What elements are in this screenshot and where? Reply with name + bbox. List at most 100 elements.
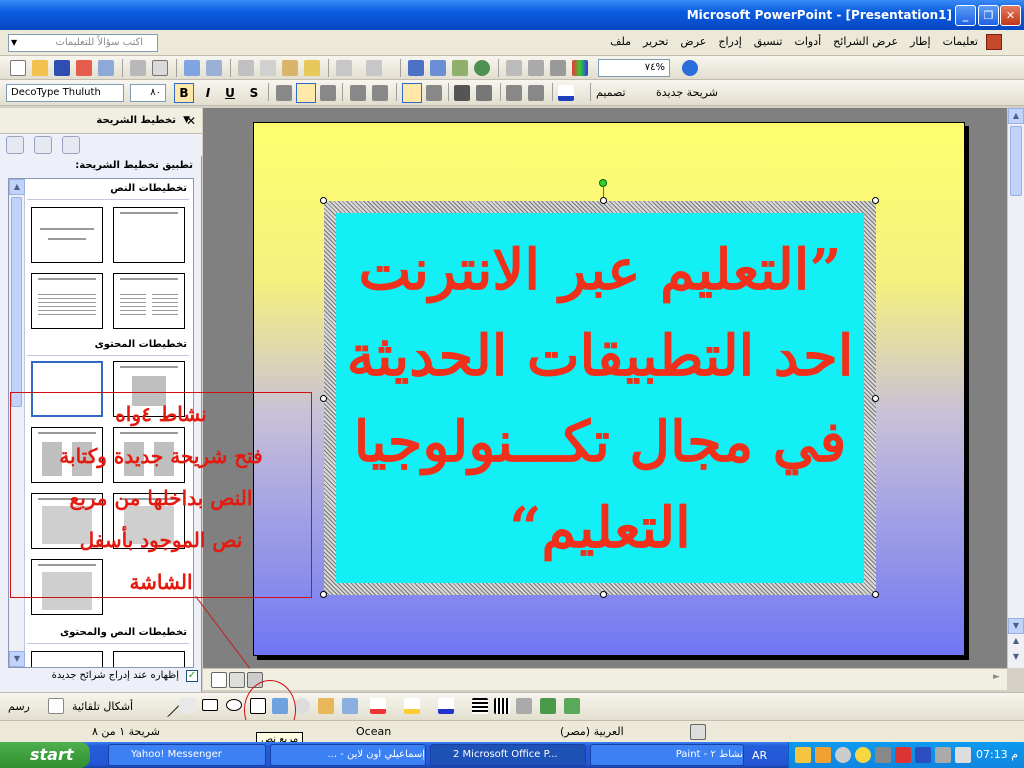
- increase-font-icon[interactable]: [454, 85, 470, 101]
- menu-file[interactable]: ملف: [610, 35, 631, 48]
- minimize-button[interactable]: _: [955, 5, 976, 26]
- resize-handle[interactable]: [872, 395, 879, 402]
- volume-icon[interactable]: [955, 747, 971, 763]
- align-center-button[interactable]: [296, 83, 316, 103]
- font-color-icon[interactable]: [438, 698, 454, 714]
- forward-icon[interactable]: [34, 136, 52, 154]
- permission-icon[interactable]: [76, 60, 92, 76]
- spelling-icon[interactable]: [184, 60, 200, 76]
- resize-handle[interactable]: [600, 591, 607, 598]
- close-icon[interactable]: ✕: [186, 114, 196, 128]
- scroll-up-icon[interactable]: ▲: [1008, 108, 1024, 124]
- resize-handle[interactable]: [872, 197, 879, 204]
- resize-handle[interactable]: [320, 395, 327, 402]
- task-yahoo[interactable]: Yahoo! Messenger: [108, 744, 266, 766]
- slide-sorter-view-icon[interactable]: [229, 672, 245, 688]
- chevron-down-icon[interactable]: ▼: [11, 35, 17, 51]
- resize-handle[interactable]: [600, 197, 607, 204]
- tray-icon[interactable]: [835, 747, 851, 763]
- scroll-down-icon[interactable]: ▼: [1008, 618, 1024, 634]
- align-right-icon[interactable]: [320, 85, 336, 101]
- decrease-font-icon[interactable]: [476, 85, 492, 101]
- spelling-status-icon[interactable]: [690, 724, 706, 740]
- task-powerpoint[interactable]: 2 Microsoft Office P...: [430, 744, 586, 766]
- format-painter-icon[interactable]: [304, 60, 320, 76]
- line-style-icon[interactable]: [472, 698, 488, 714]
- slide-text[interactable]: ”التعليم عبر الانترنت احد التطبيقات الحد…: [336, 227, 864, 571]
- email-icon[interactable]: [98, 60, 114, 76]
- close-button[interactable]: ✕: [1000, 5, 1021, 26]
- draw-menu[interactable]: رسم: [8, 700, 30, 713]
- hyperlink-icon[interactable]: [474, 60, 490, 76]
- ltr-button[interactable]: [402, 83, 422, 103]
- tray-icon[interactable]: [915, 747, 931, 763]
- redo-icon[interactable]: [366, 60, 382, 76]
- task-paint[interactable]: نشاط ٢ - Paint: [590, 744, 744, 766]
- language-indicator[interactable]: AR: [752, 749, 767, 762]
- line-color-icon[interactable]: [404, 698, 420, 714]
- menu-tools[interactable]: أدوات: [794, 35, 821, 48]
- layout-title-slide[interactable]: [113, 207, 185, 263]
- layout-title-only[interactable]: [31, 207, 103, 263]
- layout-title-text[interactable]: [31, 273, 103, 329]
- resize-handle[interactable]: [872, 591, 879, 598]
- picture-icon[interactable]: [342, 698, 358, 714]
- slide-canvas[interactable]: ”التعليم عبر الانترنت احد التطبيقات الحد…: [253, 122, 965, 656]
- copy-icon[interactable]: [260, 60, 276, 76]
- font-size-select[interactable]: ٨٠: [130, 84, 166, 102]
- select-objects-icon[interactable]: [48, 698, 64, 714]
- expand-all-icon[interactable]: [506, 60, 522, 76]
- underline-button[interactable]: U: [220, 83, 240, 103]
- shadow-button[interactable]: S: [244, 83, 264, 103]
- increase-indent-icon[interactable]: [528, 85, 544, 101]
- 3d-style-icon[interactable]: [564, 698, 580, 714]
- menu-insert[interactable]: إدراج: [718, 35, 741, 48]
- bullets-icon[interactable]: [372, 85, 388, 101]
- color-grayscale-icon[interactable]: [572, 60, 588, 76]
- design-button[interactable]: تصميم: [596, 86, 626, 99]
- autoshapes-menu[interactable]: أشكال تلقائية: [72, 700, 133, 713]
- menu-window[interactable]: إطار: [910, 35, 930, 48]
- menu-slideshow[interactable]: عرض الشرائح: [833, 35, 898, 48]
- menu-format[interactable]: تنسيق: [754, 35, 783, 48]
- open-icon[interactable]: [32, 60, 48, 76]
- help-question-input[interactable]: اكتب سؤالاً للتعليمات ▼: [8, 34, 158, 52]
- selected-text-box[interactable]: ”التعليم عبر الانترنت احد التطبيقات الحد…: [320, 197, 879, 598]
- rectangle-icon[interactable]: [202, 699, 218, 711]
- undo-icon[interactable]: [336, 60, 352, 76]
- show-formatting-icon[interactable]: [528, 60, 544, 76]
- decrease-indent-icon[interactable]: [506, 85, 522, 101]
- task-browser[interactable]: إسماعيلي اون لاين - ...: [270, 744, 426, 766]
- scroll-thumb[interactable]: [11, 197, 22, 407]
- dash-style-icon[interactable]: [494, 698, 510, 714]
- chart-icon[interactable]: [408, 60, 424, 76]
- arrow-icon[interactable]: [180, 698, 196, 714]
- arrow-style-icon[interactable]: [516, 698, 532, 714]
- resize-handle[interactable]: [320, 197, 327, 204]
- italic-button[interactable]: I: [198, 83, 218, 103]
- layout-text-content-a[interactable]: [31, 651, 103, 667]
- bold-button[interactable]: B: [174, 83, 194, 103]
- help-icon[interactable]: [682, 60, 698, 76]
- scroll-right-icon[interactable]: ►: [993, 672, 1000, 682]
- home-icon[interactable]: [62, 136, 80, 154]
- print-icon[interactable]: [130, 60, 146, 76]
- task-pane-title[interactable]: تخطيط الشريحة: [96, 115, 176, 126]
- back-icon[interactable]: [6, 136, 24, 154]
- normal-view-icon[interactable]: [211, 672, 227, 688]
- fill-color-icon[interactable]: [370, 698, 386, 714]
- show-on-insert-checkbox[interactable]: ✓: [186, 670, 198, 682]
- next-slide-icon[interactable]: ▼: [1008, 650, 1024, 666]
- research-icon[interactable]: [206, 60, 222, 76]
- numbering-icon[interactable]: [350, 85, 366, 101]
- line-icon[interactable]: [156, 694, 180, 718]
- table-icon[interactable]: [430, 60, 446, 76]
- shadow-style-icon[interactable]: [540, 698, 556, 714]
- antivirus-icon[interactable]: [895, 747, 911, 763]
- diagram-icon[interactable]: [294, 698, 310, 714]
- tray-icon[interactable]: [795, 747, 811, 763]
- vertical-scrollbar[interactable]: ▲ ▼ ▲ ▼: [1007, 108, 1024, 668]
- scroll-down-icon[interactable]: ▼: [9, 651, 25, 667]
- start-button[interactable]: start: [0, 742, 90, 768]
- font-color-icon[interactable]: [558, 85, 574, 101]
